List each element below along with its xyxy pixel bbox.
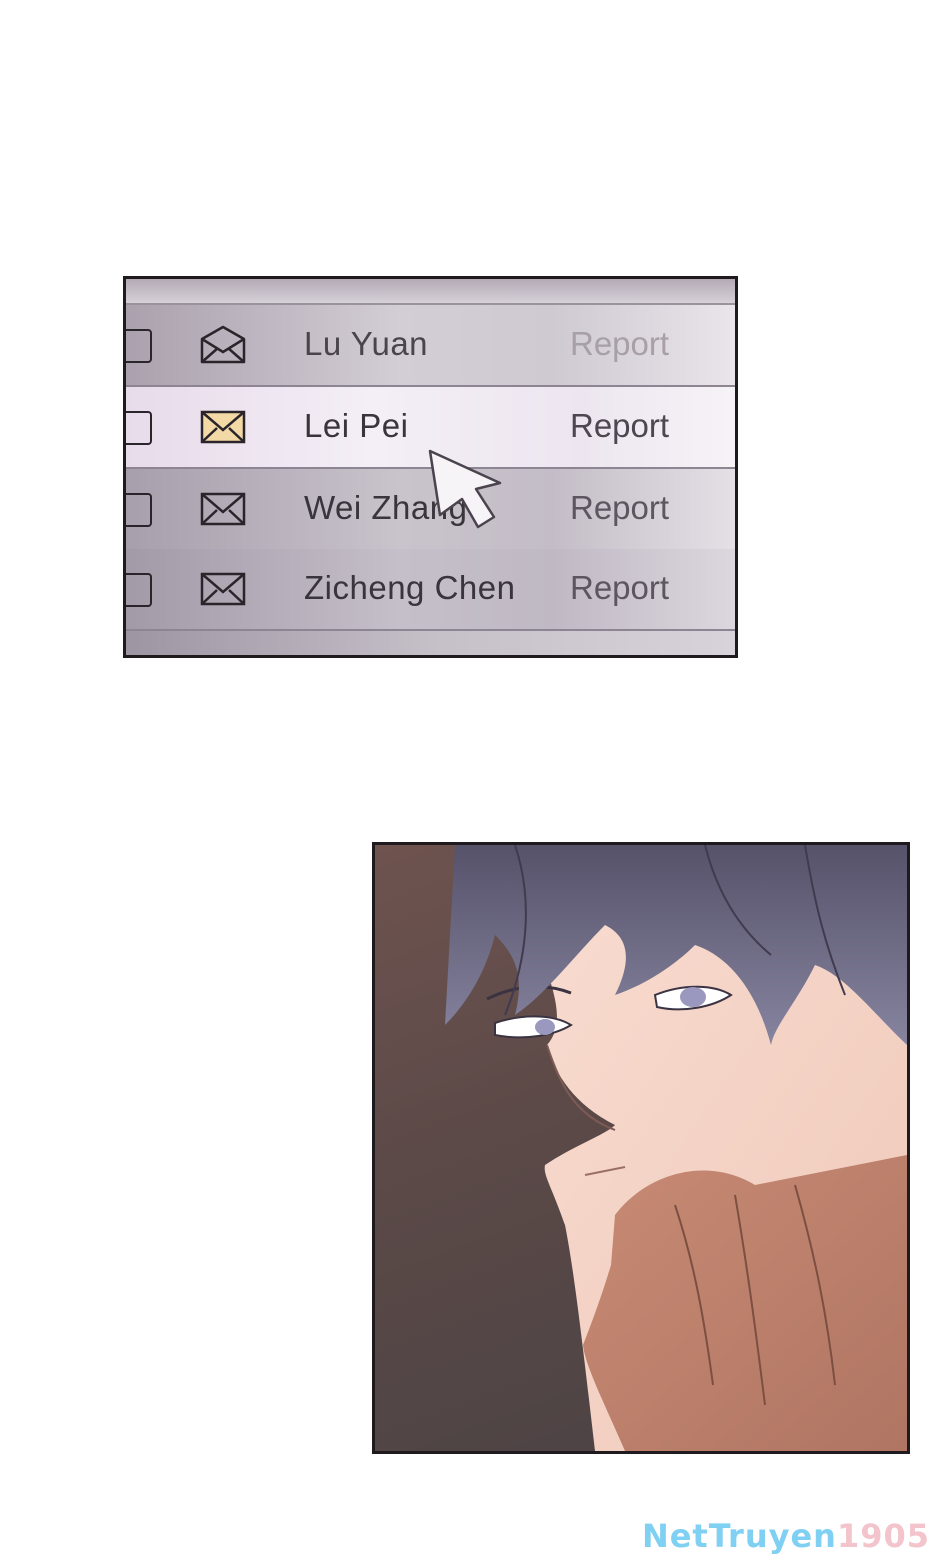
- sender-name: Lei Pei: [304, 407, 409, 444]
- character-illustration: [445, 845, 907, 1451]
- envelope-icon: [199, 489, 247, 529]
- hand: [583, 1155, 907, 1451]
- sender-name: Zicheng Chen: [304, 569, 516, 606]
- row-checkbox[interactable]: [126, 493, 152, 527]
- list-top-border: [126, 279, 735, 305]
- mouse-pointer-icon: [426, 447, 506, 537]
- watermark: NetTruyen1905: [642, 1517, 930, 1555]
- subject-label: Report: [570, 407, 670, 444]
- envelope-icon: [199, 407, 247, 447]
- watermark-text: NetTruyen: [641, 1517, 837, 1555]
- subject-label: Report: [570, 489, 670, 526]
- row-checkbox[interactable]: [126, 329, 152, 363]
- comic-panel: [372, 842, 910, 1454]
- row-checkbox[interactable]: [126, 573, 152, 607]
- email-row[interactable]: Lu Yuan Report: [126, 305, 735, 387]
- envelope-icon: [199, 569, 247, 609]
- left-iris: [535, 1019, 555, 1035]
- envelope-icon: [199, 325, 247, 365]
- email-list-panel: Lu Yuan Report Lei Pei Report Wei Zhang …: [123, 276, 738, 658]
- right-iris: [680, 987, 706, 1007]
- subject-label: Report: [570, 325, 670, 362]
- watermark-number: 1905: [836, 1517, 930, 1555]
- list-bottom-border: [126, 631, 735, 655]
- subject-label: Report: [570, 569, 670, 606]
- sender-name: Lu Yuan: [304, 325, 429, 362]
- row-checkbox[interactable]: [126, 411, 152, 445]
- email-row[interactable]: Zicheng Chen Report: [126, 549, 735, 631]
